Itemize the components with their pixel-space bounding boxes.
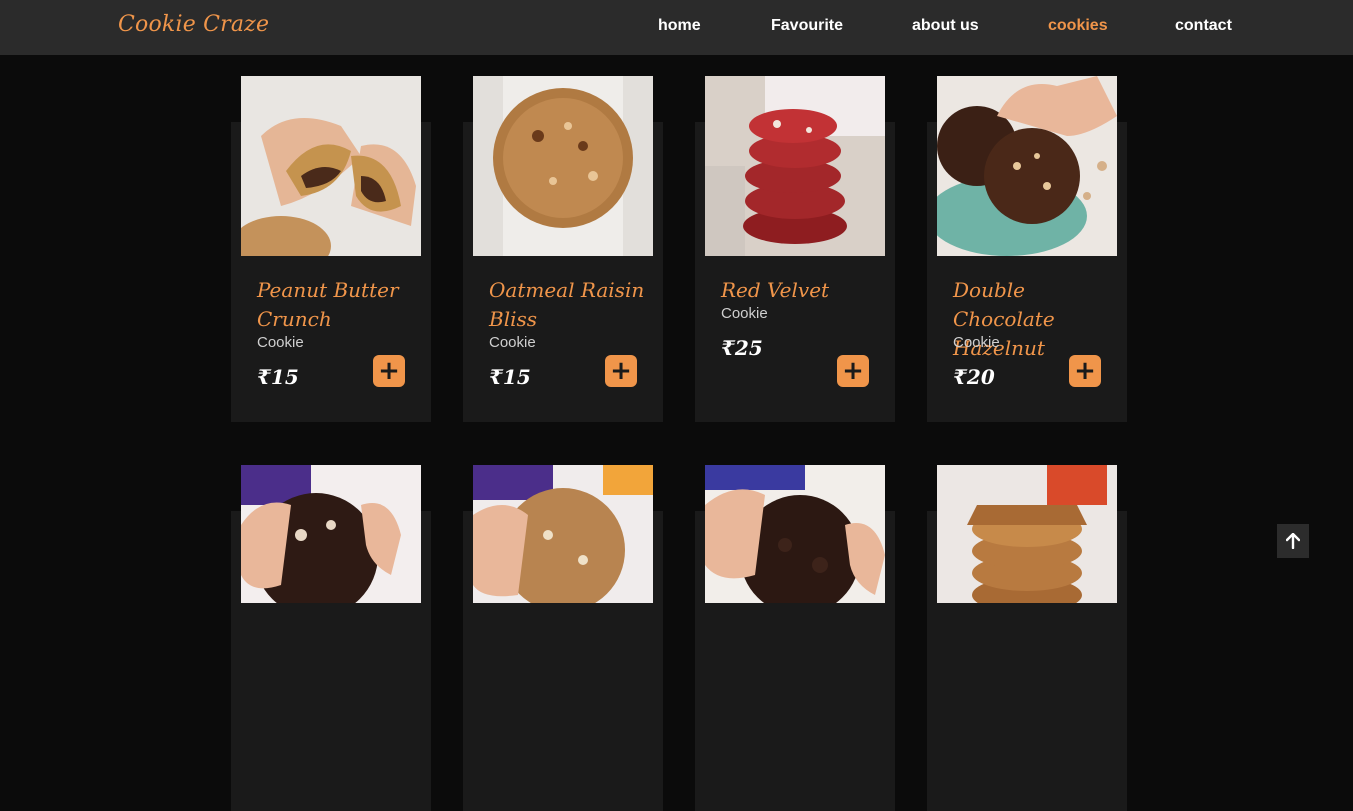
- navbar: Cookie Craze home Favourite about us coo…: [0, 0, 1353, 55]
- product-card: [927, 465, 1127, 811]
- product-card: Red Velvet Cookie ₹25 +: [695, 76, 895, 422]
- product-subtitle: Cookie: [721, 305, 768, 322]
- plus-icon: +: [1074, 356, 1096, 386]
- product-title: Oatmeal Raisin Bliss: [489, 278, 645, 331]
- nav-home[interactable]: home: [658, 17, 701, 35]
- nav-favourite[interactable]: Favourite: [771, 17, 843, 35]
- product-price: ₹25: [721, 336, 763, 360]
- cookie-image: [473, 465, 653, 603]
- product-subtitle: Cookie: [257, 334, 304, 351]
- product-card: [231, 465, 431, 811]
- cookie-image: [705, 465, 885, 603]
- cookie-image: [937, 76, 1117, 256]
- cookie-image: [937, 465, 1117, 603]
- product-card: [463, 465, 663, 811]
- product-price: ₹15: [257, 365, 299, 389]
- cookie-image: [705, 76, 885, 256]
- cookie-image: [241, 76, 421, 256]
- nav-about-us[interactable]: about us: [912, 17, 979, 35]
- nav-links: home Favourite about us cookies contact: [0, 17, 1353, 39]
- add-to-cart-button[interactable]: +: [373, 355, 405, 387]
- product-title: Peanut Butter Crunch: [257, 278, 399, 331]
- product-title: Red Velvet: [721, 278, 830, 302]
- product-card: Peanut Butter Crunch Cookie ₹15 +: [231, 76, 431, 422]
- product-subtitle: Cookie: [489, 334, 536, 351]
- nav-contact[interactable]: contact: [1175, 17, 1232, 35]
- arrow-up-icon: [1286, 533, 1300, 549]
- add-to-cart-button[interactable]: +: [605, 355, 637, 387]
- product-card: Oatmeal Raisin Bliss Cookie ₹15 +: [463, 76, 663, 422]
- nav-cookies[interactable]: cookies: [1048, 17, 1108, 35]
- product-card: [695, 465, 895, 811]
- cookie-image: [473, 76, 653, 256]
- plus-icon: +: [378, 356, 400, 386]
- add-to-cart-button[interactable]: +: [1069, 355, 1101, 387]
- product-subtitle: Cookie: [953, 334, 1000, 351]
- product-price: ₹15: [489, 365, 531, 389]
- plus-icon: +: [610, 356, 632, 386]
- product-price: ₹20: [953, 365, 995, 389]
- add-to-cart-button[interactable]: +: [837, 355, 869, 387]
- product-card: Double Chocolate Hazelnut Cookie ₹20 +: [927, 76, 1127, 422]
- scroll-to-top-button[interactable]: [1277, 524, 1309, 558]
- cookie-image: [241, 465, 421, 603]
- plus-icon: +: [842, 356, 864, 386]
